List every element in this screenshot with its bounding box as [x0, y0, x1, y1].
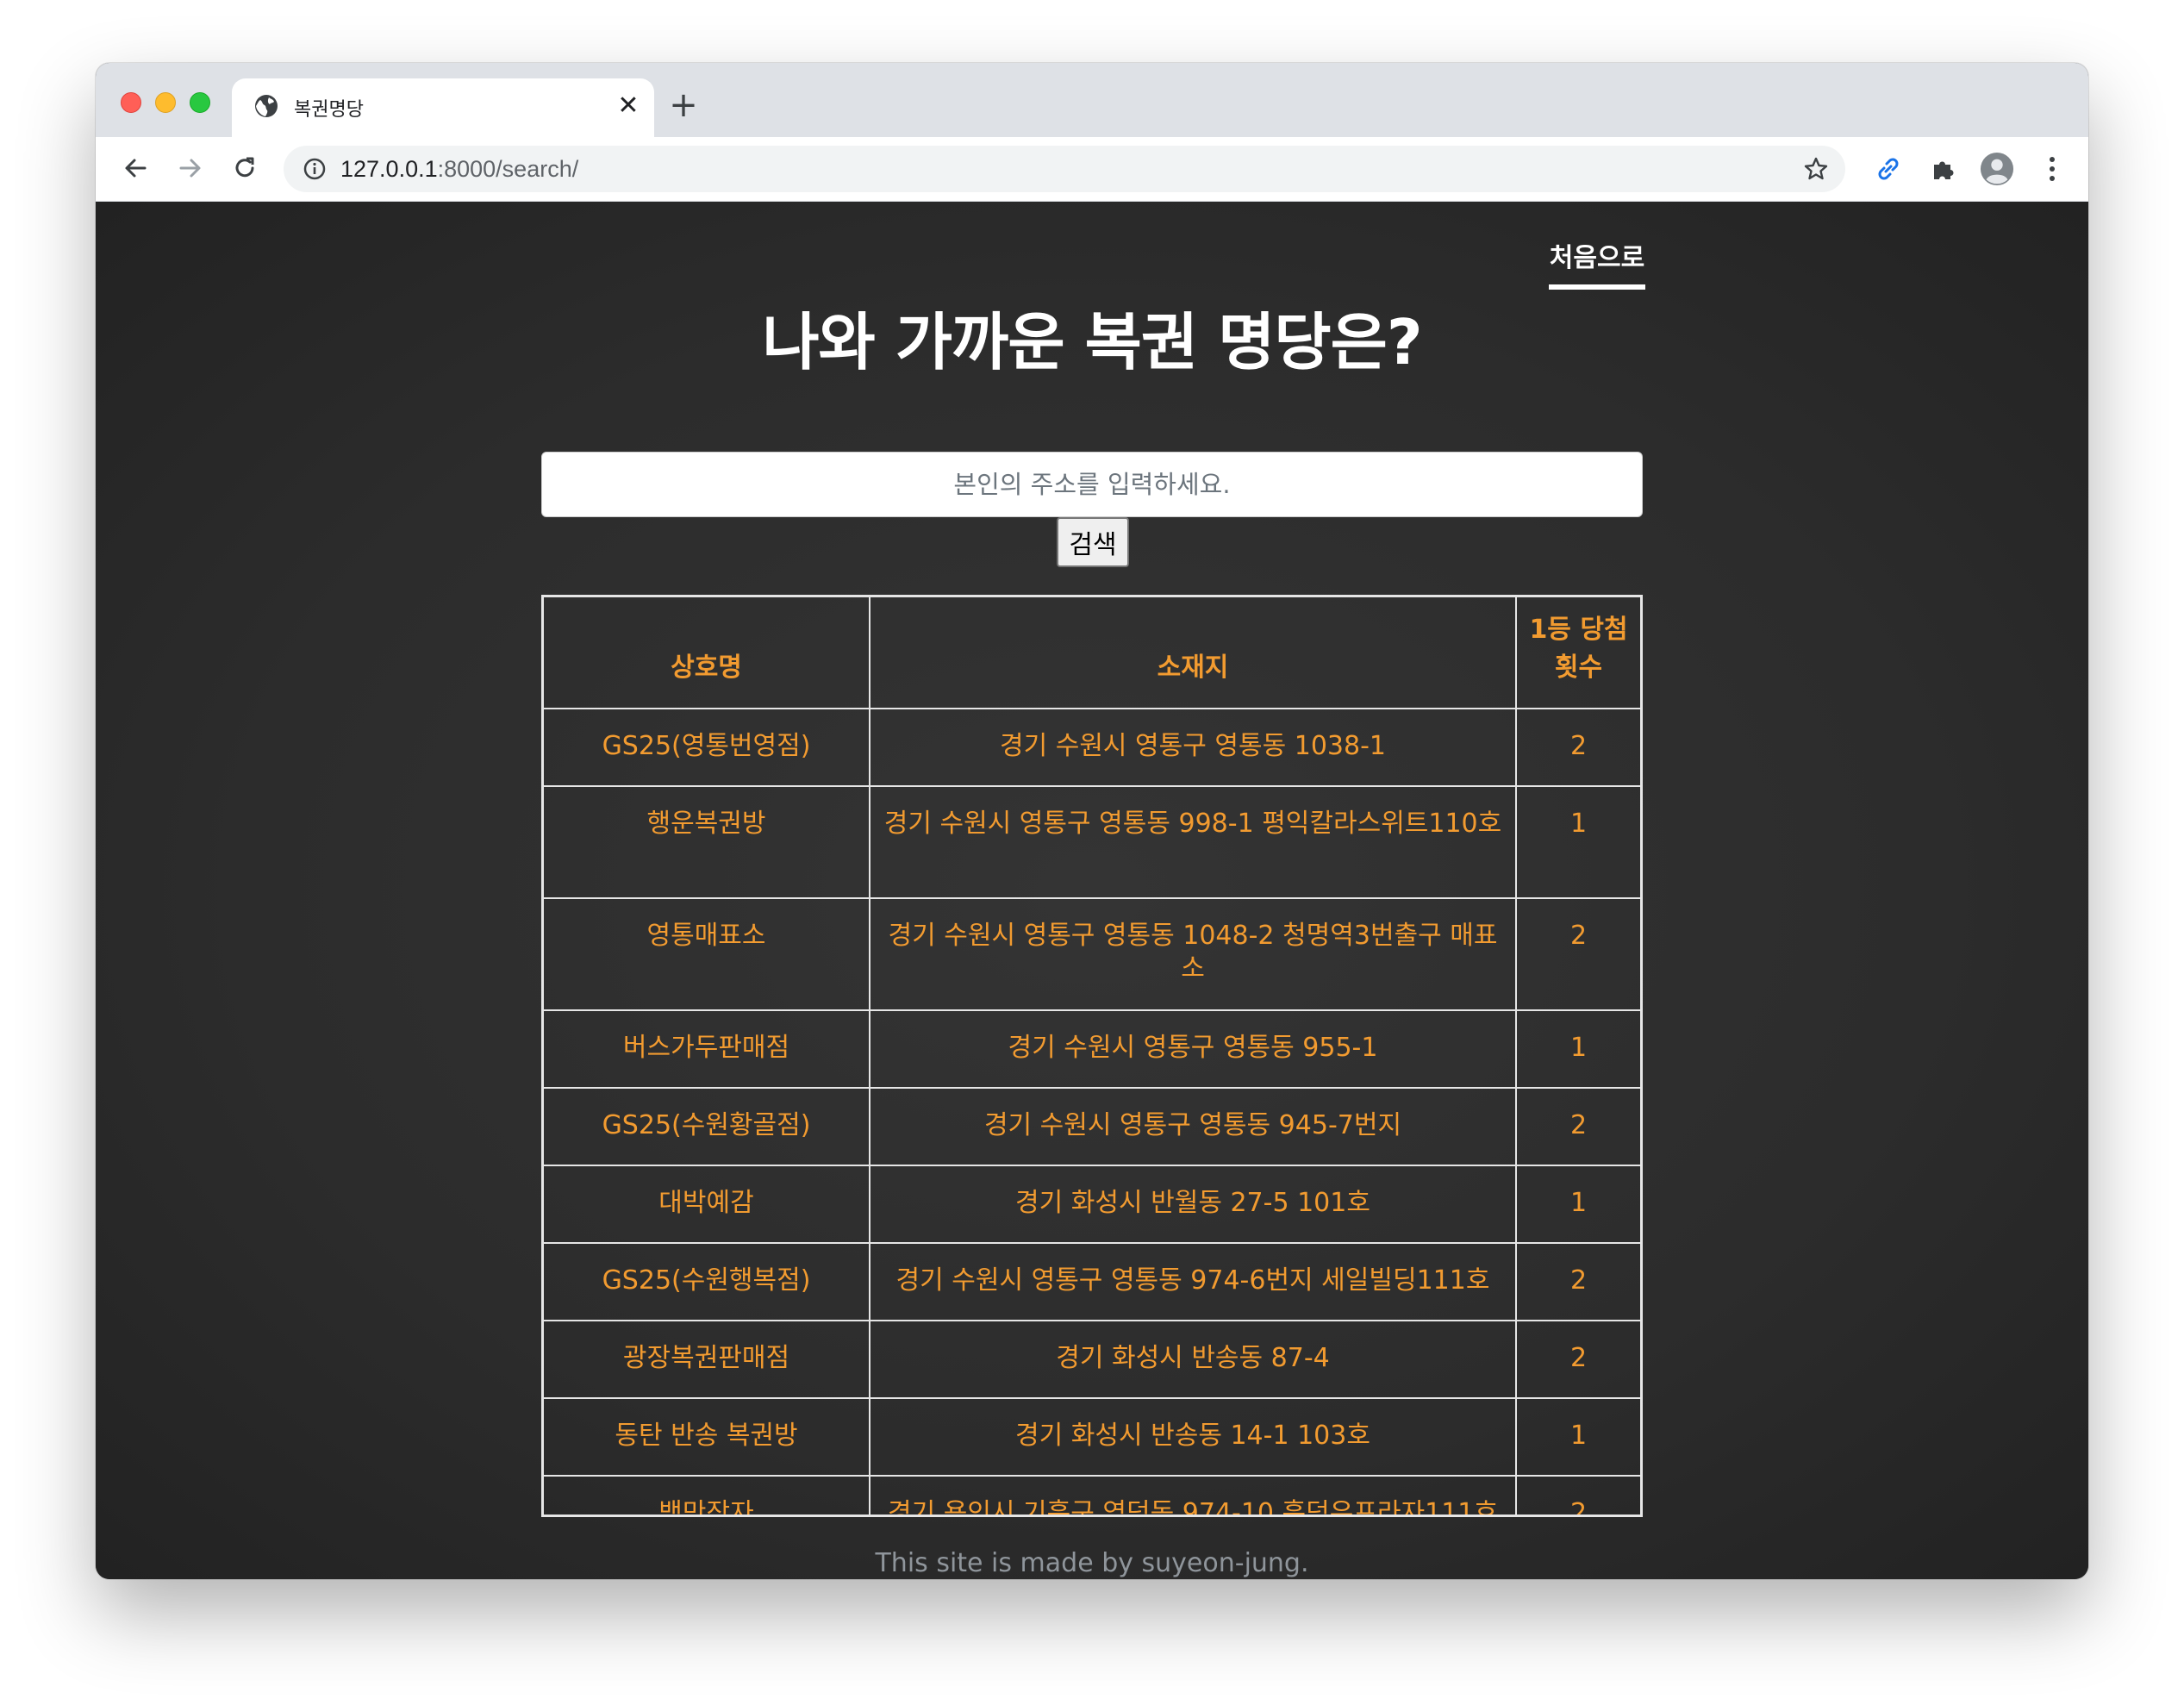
- win-count-cell: 1: [1515, 785, 1640, 899]
- maximize-window-button[interactable]: [190, 92, 210, 113]
- table-row: 영통매표소 경기 수원시 영통구 영통동 1048-2 청명역3번출구 매표소 …: [544, 897, 1640, 1011]
- store-name-cell: 행운복권방: [544, 785, 870, 899]
- column-header-name: 상호명: [544, 597, 870, 709]
- table-row: 버스가두판매점 경기 수원시 영통구 영통동 955-1 1: [544, 1009, 1640, 1089]
- table-row: 대박예감 경기 화성시 반월동 27-5 101호 1: [544, 1165, 1640, 1244]
- store-name-cell: GS25(수원행복점): [544, 1242, 870, 1321]
- footer-text: This site is made by suyeon-jung.: [875, 1548, 1309, 1578]
- address-cell: 경기 화성시 반송동 87-4: [869, 1320, 1517, 1399]
- url-text[interactable]: 127.0.0.1:8000/search/: [340, 156, 578, 183]
- search-button[interactable]: 검색: [1057, 517, 1129, 567]
- star-icon[interactable]: [1802, 155, 1830, 183]
- address-cell: 경기 수원시 영통구 영통동 955-1: [869, 1009, 1517, 1089]
- browser-tab[interactable]: 복권명당 ✕: [232, 78, 654, 137]
- win-count-cell: 1: [1515, 1165, 1640, 1244]
- table-row: 광장복권판매점 경기 화성시 반송동 87-4 2: [544, 1320, 1640, 1399]
- win-count-cell: 2: [1515, 1087, 1640, 1166]
- table-row: 행운복권방 경기 수원시 영통구 영통동 998-1 평익칼라스위트110호 1: [544, 785, 1640, 899]
- address-cell: 경기 수원시 영통구 영통동 974-6번지 세일빌딩111호: [869, 1242, 1517, 1321]
- win-count-cell: 2: [1515, 1320, 1640, 1399]
- store-name-cell: GS25(영통번영점): [544, 708, 870, 787]
- browser-toolbar: 127.0.0.1:8000/search/: [96, 137, 2088, 202]
- win-count-cell: 1: [1515, 1009, 1640, 1089]
- address-cell: 경기 화성시 반월동 27-5 101호: [869, 1165, 1517, 1244]
- store-name-cell: 동탄 반송 복권방: [544, 1397, 870, 1477]
- browser-window: 복권명당 ✕ + 127.0.0.1:8000/search/ 처음으로 나와 …: [96, 63, 2088, 1579]
- url-host: 127.0.0.1: [340, 156, 438, 182]
- arrow-right-icon[interactable]: [172, 149, 209, 187]
- win-count-cell: 2: [1515, 1242, 1640, 1321]
- page-title: 나와 가까운 복권 명당은?: [762, 306, 1422, 378]
- table-row: GS25(수원행복점) 경기 수원시 영통구 영통동 974-6번지 세일빌딩1…: [544, 1242, 1640, 1321]
- win-count-cell: 2: [1515, 897, 1640, 1011]
- win-count-cell: 2: [1515, 708, 1640, 787]
- address-bar[interactable]: 127.0.0.1:8000/search/: [284, 146, 1845, 192]
- globe-icon: [253, 92, 280, 120]
- close-icon[interactable]: ✕: [613, 91, 644, 122]
- avatar-icon[interactable]: [1980, 152, 2014, 186]
- link-icon[interactable]: [1871, 152, 1906, 186]
- info-icon[interactable]: [303, 157, 327, 181]
- table-row: GS25(영통번영점) 경기 수원시 영통구 영통동 1038-1 2: [544, 708, 1640, 787]
- address-cell: 경기 수원시 영통구 영통동 1038-1: [869, 708, 1517, 787]
- store-name-cell: 백만장자: [544, 1475, 870, 1515]
- address-cell: 경기 용인시 기흥구 영덕동 974-10 흥덕우프라자111호: [869, 1475, 1517, 1515]
- column-header-count: 1등 당첨횟수: [1515, 597, 1640, 709]
- tab-title: 복권명당: [294, 99, 364, 121]
- address-cell: 경기 수원시 영통구 영통동 998-1 평익칼라스위트110호: [869, 785, 1517, 899]
- table-header-row: 상호명 소재지 1등 당첨횟수: [544, 597, 1640, 709]
- column-header-address: 소재지: [869, 597, 1517, 709]
- win-count-cell: 2: [1515, 1475, 1640, 1515]
- results-table: 상호명 소재지 1등 당첨횟수 GS25(영통번영점) 경기 수원시 영통구 영…: [544, 597, 1640, 1515]
- store-name-cell: 영통매표소: [544, 897, 870, 1011]
- address-cell: 경기 수원시 영통구 영통동 1048-2 청명역3번출구 매표소: [869, 897, 1517, 1011]
- table-row: 동탄 반송 복권방 경기 화성시 반송동 14-1 103호 1: [544, 1397, 1640, 1477]
- arrow-left-icon[interactable]: [116, 149, 154, 187]
- store-name-cell: 광장복권판매점: [544, 1320, 870, 1399]
- tab-strip: 복권명당 ✕ +: [96, 63, 2088, 137]
- address-cell: 경기 화성시 반송동 14-1 103호: [869, 1397, 1517, 1477]
- results-table-container[interactable]: 상호명 소재지 1등 당첨횟수 GS25(영통번영점) 경기 수원시 영통구 영…: [541, 595, 1643, 1517]
- store-name-cell: 대박예감: [544, 1165, 870, 1244]
- win-count-cell: 1: [1515, 1397, 1640, 1477]
- store-name-cell: 버스가두판매점: [544, 1009, 870, 1089]
- close-window-button[interactable]: [121, 92, 141, 113]
- puzzle-icon[interactable]: [1926, 152, 1961, 186]
- minimize-window-button[interactable]: [155, 92, 176, 113]
- url-path: :8000/search/: [437, 156, 579, 182]
- kebab-menu-icon[interactable]: [2035, 152, 2069, 186]
- plus-icon[interactable]: +: [665, 87, 702, 125]
- page-content: 처음으로 나와 가까운 복권 명당은? 검색 상호명 소재지 1등 당첨횟수: [96, 202, 2088, 1579]
- store-name-cell: GS25(수원황골점): [544, 1087, 870, 1166]
- reload-icon[interactable]: [226, 149, 264, 187]
- address-cell: 경기 수원시 영통구 영통동 945-7번지: [869, 1087, 1517, 1166]
- table-row: GS25(수원황골점) 경기 수원시 영통구 영통동 945-7번지 2: [544, 1087, 1640, 1166]
- home-link[interactable]: 처음으로: [1549, 236, 1645, 290]
- address-search-input[interactable]: [541, 452, 1643, 517]
- table-row: 백만장자 경기 용인시 기흥구 영덕동 974-10 흥덕우프라자111호 2: [544, 1475, 1640, 1515]
